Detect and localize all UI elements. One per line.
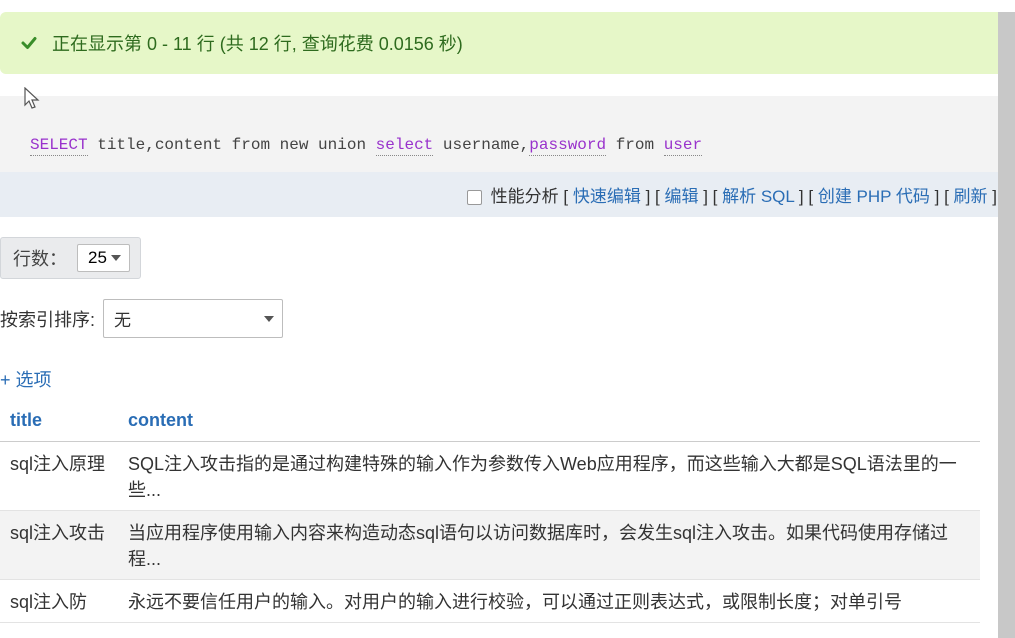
sort-control: 按索引排序: 无 (0, 299, 1015, 338)
action-link[interactable]: 快速编辑 (573, 187, 641, 206)
sql-keyword: user (664, 136, 702, 156)
column-header[interactable]: title (0, 400, 118, 442)
row-count-label: 行数： (13, 245, 67, 271)
sql-text: username, (433, 136, 529, 154)
profiling-checkbox[interactable] (467, 190, 482, 205)
success-message-text: 正在显示第 0 - 11 行 (共 12 行, 查询花费 0.0156 秒) (52, 30, 463, 56)
table-cell: 当应用程序使用输入内容来构造动态sql语句以访问数据库时，会发生sql注入攻击。… (118, 511, 980, 580)
row-count-select[interactable]: 25 (77, 244, 130, 272)
sql-keyword: password (529, 136, 606, 156)
table-row[interactable]: sql注入防永远不要信任用户的输入。对用户的输入进行校验，可以通过正则表达式，或… (0, 580, 980, 623)
table-row[interactable]: sql注入攻击当应用程序使用输入内容来构造动态sql语句以访问数据库时，会发生s… (0, 511, 980, 580)
success-message-box: 正在显示第 0 - 11 行 (共 12 行, 查询花费 0.0156 秒) (0, 12, 1007, 74)
sort-select[interactable]: 无 (103, 299, 283, 338)
table-cell: SQL注入攻击指的是通过构建特殊的输入作为参数传入Web应用程序，而这些输入大都… (118, 442, 980, 511)
sql-keyword: SELECT (30, 136, 88, 156)
column-header[interactable]: content (118, 400, 980, 442)
sql-action-bar: 性能分析 [ 快速编辑 ] [ 编辑 ] [ 解析 SQL ] [ 创建 PHP… (0, 172, 1015, 217)
vertical-scrollbar[interactable] (998, 12, 1015, 638)
results-table: titlecontent sql注入原理SQL注入攻击指的是通过构建特殊的输入作… (0, 400, 980, 623)
action-link[interactable]: 创建 PHP 代码 (818, 187, 930, 206)
check-icon (20, 34, 38, 52)
table-cell: 永远不要信任用户的输入。对用户的输入进行校验，可以通过正则表达式，或限制长度；对… (118, 580, 980, 623)
sql-query-area: SELECT title,content from new union sele… (0, 96, 1015, 172)
sql-text: title,content from new union (88, 136, 376, 154)
sql-text: from (606, 136, 664, 154)
sql-keyword: select (376, 136, 434, 156)
sort-label: 按索引排序: (0, 306, 95, 332)
table-cell: sql注入防 (0, 580, 118, 623)
options-toggle-link[interactable]: + 选项 (0, 366, 1015, 392)
table-cell: sql注入攻击 (0, 511, 118, 580)
table-cell: sql注入原理 (0, 442, 118, 511)
action-link[interactable]: 刷新 (954, 187, 988, 206)
row-count-control: 行数： 25 (0, 237, 1015, 279)
table-row[interactable]: sql注入原理SQL注入攻击指的是通过构建特殊的输入作为参数传入Web应用程序，… (0, 442, 980, 511)
action-link[interactable]: 编辑 (664, 187, 698, 206)
sql-query-text[interactable]: SELECT title,content from new union sele… (30, 134, 985, 156)
profiling-label: 性能分析 (491, 187, 559, 206)
action-link[interactable]: 解析 SQL (722, 187, 794, 206)
